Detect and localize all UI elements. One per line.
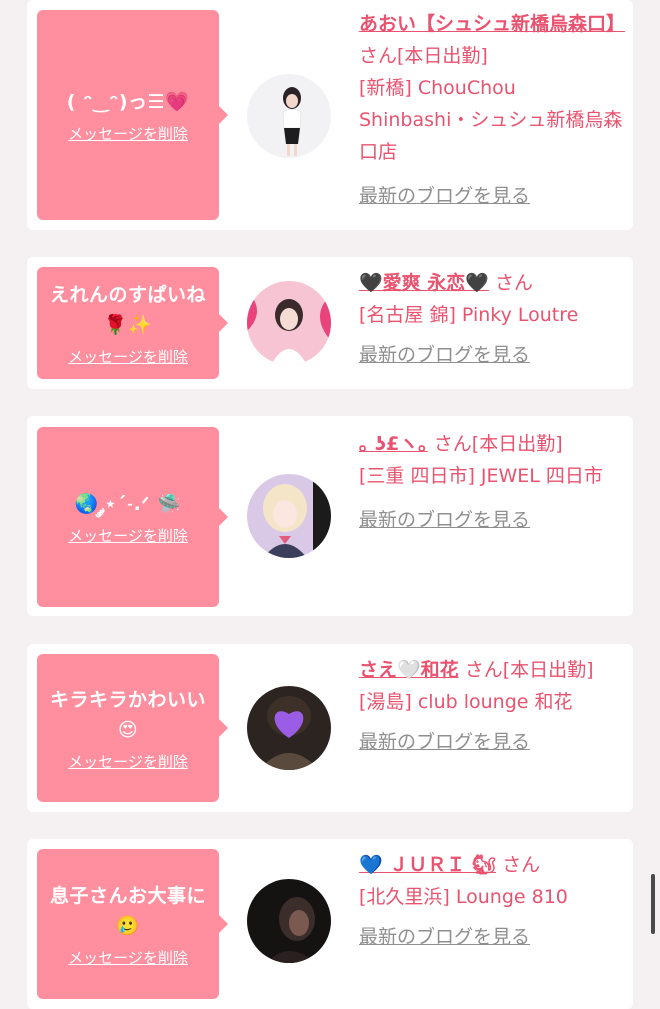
message-bubble: 🌏 ༘⋆ˊ˗.ᐟ 🛸 メッセージを削除	[37, 427, 228, 607]
favorite-card: 🌏 ༘⋆ˊ˗.ᐟ 🛸 メッセージを削除 ｡ ʖ£ヽ｡ さん[本日出勤] [三重 …	[27, 416, 633, 616]
message-text: 息子さんお大事に🥲	[49, 884, 206, 937]
cast-name-link[interactable]: ｡ ʖ£ヽ｡	[359, 433, 428, 455]
cast-avatar[interactable]	[247, 74, 331, 158]
delete-message-link[interactable]: メッセージを削除	[68, 947, 188, 968]
dark-portrait-avatar-icon	[247, 879, 331, 963]
delete-message-link[interactable]: メッセージを削除	[68, 123, 188, 144]
cast-avatar[interactable]	[247, 281, 331, 365]
status-text: [本日出勤]	[502, 659, 594, 681]
cast-avatar[interactable]	[247, 879, 331, 963]
delete-message-link[interactable]: メッセージを削除	[68, 751, 188, 772]
cast-name-link[interactable]: さえ🤍和花	[359, 659, 459, 681]
status-text: [本日出勤]	[397, 45, 488, 67]
woman-portrait-avatar-icon	[247, 74, 331, 158]
scrollbar[interactable]	[651, 874, 655, 934]
message-text: ( ᵔ‿ᵔ)っ☰💗	[66, 90, 190, 113]
shop-name: [名古屋 錦] Pinky Loutre	[359, 304, 579, 326]
favorite-card: ( ᵔ‿ᵔ)っ☰💗 メッセージを削除 あおい【シュシュ新橋烏森口】 さん[本日出…	[27, 0, 633, 230]
message-text: 🌏 ༘⋆ˊ˗.ᐟ 🛸	[74, 492, 182, 515]
favorite-card: 息子さんお大事に🥲 メッセージを削除 💙 ＪＵＲＩ 🐿 さん [北久里浜] Lo…	[27, 839, 633, 1009]
cast-avatar[interactable]	[247, 474, 331, 558]
honorific: さん	[359, 45, 398, 67]
favorite-card: キラキラかわいい😍 メッセージを削除 さえ🤍和花 さん[本日出勤] [湯島] c…	[27, 644, 633, 812]
message-bubble: えれんのすぱいね🌹✨ メッセージを削除	[37, 267, 228, 379]
cast-info: 🖤愛爽 永恋🖤 さん [名古屋 錦] Pinky Loutre 最新のブログを見…	[359, 267, 629, 371]
cast-info: ｡ ʖ£ヽ｡ さん[本日出勤] [三重 四日市] JEWEL 四日市 最新のブロ…	[359, 428, 629, 536]
message-bubble: ( ᵔ‿ᵔ)っ☰💗 メッセージを削除	[37, 10, 228, 220]
cast-info: あおい【シュシュ新橋烏森口】 さん[本日出勤] [新橋] ChouChou Sh…	[359, 8, 629, 212]
doll-portrait-avatar-icon	[247, 474, 331, 558]
status-text: [本日出勤]	[471, 433, 563, 455]
cast-info: さえ🤍和花 さん[本日出勤] [湯島] club lounge 和花 最新のブロ…	[359, 654, 629, 758]
cast-name-link[interactable]: 💙 ＪＵＲＩ 🐿	[359, 854, 496, 876]
latest-blog-link[interactable]: 最新のブログを見る	[359, 921, 629, 953]
delete-message-link[interactable]: メッセージを削除	[68, 525, 188, 546]
honorific: さん	[464, 659, 503, 681]
honorific: さん	[494, 272, 533, 294]
purple-heart-avatar-icon	[247, 686, 331, 770]
favorite-card: えれんのすぱいね🌹✨ メッセージを削除 🖤愛爽 永恋🖤 さん [名古屋 錦] P…	[27, 257, 633, 389]
message-bubble: キラキラかわいい😍 メッセージを削除	[37, 654, 228, 802]
latest-blog-link[interactable]: 最新のブログを見る	[359, 504, 629, 536]
shop-name: [三重 四日市] JEWEL 四日市	[359, 465, 603, 487]
cast-avatar[interactable]	[247, 686, 331, 770]
honorific: さん	[433, 433, 472, 455]
shop-name: [新橋] ChouChou Shinbashi・シュシュ新橋烏森口店	[359, 77, 623, 163]
message-text: キラキラかわいい😍	[49, 688, 206, 741]
shop-name: [湯島] club lounge 和花	[359, 691, 573, 713]
message-bubble: 息子さんお大事に🥲 メッセージを削除	[37, 849, 228, 999]
cast-info: 💙 ＪＵＲＩ 🐿 さん [北久里浜] Lounge 810 最新のブログを見る	[359, 849, 629, 953]
delete-message-link[interactable]: メッセージを削除	[68, 346, 188, 367]
shop-name: [北久里浜] Lounge 810	[359, 886, 568, 908]
cast-name-link[interactable]: あおい【シュシュ新橋烏森口】	[359, 13, 625, 35]
cast-name-link[interactable]: 🖤愛爽 永恋🖤	[359, 272, 489, 294]
pink-portrait-avatar-icon	[247, 281, 331, 365]
latest-blog-link[interactable]: 最新のブログを見る	[359, 726, 629, 758]
message-text: えれんのすぱいね🌹✨	[49, 283, 206, 336]
latest-blog-link[interactable]: 最新のブログを見る	[359, 180, 629, 212]
honorific: さん	[502, 854, 541, 876]
latest-blog-link[interactable]: 最新のブログを見る	[359, 339, 629, 371]
